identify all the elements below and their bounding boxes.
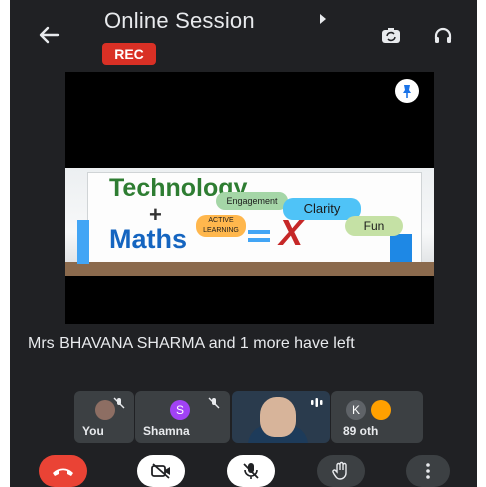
avatar: S — [170, 400, 190, 420]
participant-tile-shamna[interactable]: S Shamna — [135, 391, 230, 443]
participant-name: You — [82, 424, 104, 438]
participants-left-notification: Mrs BHAVANA SHARMA and 1 more have left — [28, 335, 355, 352]
presentation-slide: Technology + Maths X Engagement Clarity … — [65, 168, 434, 276]
raise-hand-button[interactable] — [317, 455, 365, 487]
participant-name: Shamna — [143, 424, 190, 438]
headset-icon[interactable] — [432, 25, 454, 47]
meeting-title[interactable]: Online Session — [104, 8, 255, 34]
meet-screen: Online Session REC Technology + Maths X … — [10, 0, 477, 487]
participant-tile-others[interactable]: K 89 oth — [331, 391, 423, 443]
participant-tile-speaker[interactable] — [232, 391, 330, 443]
blue-cup-image — [390, 234, 412, 262]
phone-hangup-icon — [53, 468, 73, 476]
mic-off-icon — [243, 463, 259, 479]
avatar — [371, 400, 391, 420]
speaker-video-face — [260, 397, 296, 437]
slide-text-maths: Maths — [109, 224, 188, 254]
mic-off-icon — [207, 396, 221, 410]
participant-tile-you[interactable]: You — [74, 391, 134, 443]
microphone-toggle-button[interactable] — [227, 455, 275, 487]
more-options-button[interactable] — [406, 455, 450, 487]
mic-off-icon — [112, 396, 126, 410]
participant-name: 89 oth — [343, 424, 379, 438]
camera-off-icon — [151, 463, 170, 479]
camera-toggle-button[interactable] — [137, 455, 185, 487]
raise-hand-icon — [332, 461, 347, 480]
slide-equals-sign — [248, 230, 270, 242]
slide-shelf — [65, 262, 434, 276]
caret-right-icon[interactable] — [320, 14, 326, 24]
switch-camera-icon[interactable] — [380, 25, 402, 47]
pin-icon[interactable] — [395, 79, 419, 103]
bubble-engagement: Engagement — [216, 192, 288, 210]
recording-badge: REC — [102, 43, 156, 65]
leave-call-button[interactable] — [39, 455, 87, 487]
more-vert-icon — [426, 463, 430, 479]
avatar: K — [346, 400, 366, 420]
back-arrow-icon[interactable] — [36, 22, 62, 48]
presentation-video[interactable]: Technology + Maths X Engagement Clarity … — [65, 72, 434, 324]
bubble-fun: Fun — [345, 216, 403, 236]
bubble-active-learning: ACTIVE LEARNING — [196, 215, 246, 237]
pencil-cup-image — [77, 220, 89, 264]
audio-level-icon — [310, 395, 324, 407]
